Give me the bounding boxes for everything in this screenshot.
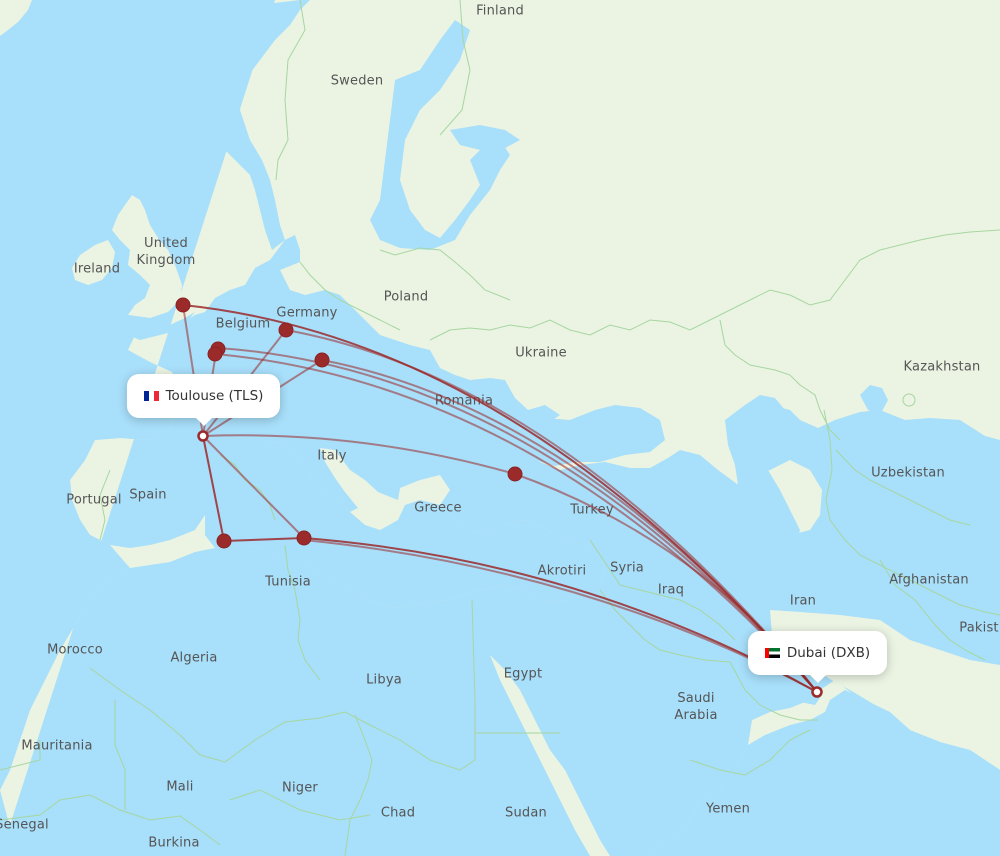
- stopover-marker-munich[interactable]: [314, 352, 330, 368]
- route-paris-a-dxb[interactable]: [217, 347, 818, 693]
- route-munich-dxb[interactable]: [321, 359, 818, 693]
- destination-marker-dxb[interactable]: [811, 686, 823, 698]
- route-paris-b-dxb[interactable]: [215, 353, 818, 693]
- route-map[interactable]: Finland Sweden United Kingdom Ireland Po…: [0, 0, 1000, 856]
- destination-label: Dubai (DXB): [786, 645, 871, 661]
- origin-label: Toulouse (TLS): [165, 388, 264, 404]
- stopover-marker-tunis[interactable]: [296, 530, 312, 546]
- stopover-marker-istanbul[interactable]: [507, 466, 523, 482]
- route-tls-istanbul[interactable]: [202, 434, 516, 475]
- routes-layer: [175, 297, 823, 698]
- route-tls-tunis[interactable]: [202, 435, 305, 539]
- flag-uae-icon: [764, 648, 780, 658]
- route-tunis-dxb-a[interactable]: [303, 537, 818, 693]
- destination-callout[interactable]: Dubai (DXB): [748, 631, 887, 675]
- route-tunis-dxb-b[interactable]: [303, 539, 818, 693]
- origin-marker-tls[interactable]: [197, 430, 209, 442]
- stopover-marker-frankfurt[interactable]: [278, 322, 294, 338]
- stopover-marker-algiers[interactable]: [216, 533, 232, 549]
- flag-france-icon: [143, 391, 159, 401]
- stopover-marker-paris-b[interactable]: [207, 346, 223, 362]
- origin-callout[interactable]: Toulouse (TLS): [127, 374, 280, 418]
- route-algiers-tunis[interactable]: [223, 537, 305, 542]
- route-tls-algiers[interactable]: [202, 435, 225, 542]
- route-lines: [182, 304, 818, 693]
- stopover-marker-london[interactable]: [175, 297, 191, 313]
